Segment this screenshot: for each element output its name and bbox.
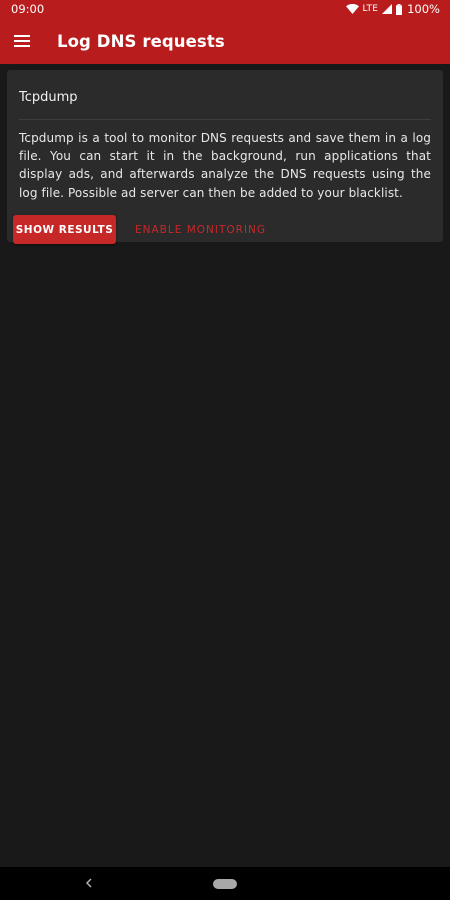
- show-results-button[interactable]: SHOW RESULTS: [13, 215, 116, 244]
- status-time: 09:00: [11, 2, 45, 16]
- hamburger-menu-icon[interactable]: [0, 18, 44, 64]
- network-type: LTE: [362, 4, 379, 14]
- battery-percent: 100%: [407, 2, 440, 16]
- main-content: Tcpdump Tcpdump is a tool to monitor DNS…: [0, 64, 450, 867]
- enable-monitoring-button[interactable]: ENABLE MONITORING: [127, 215, 267, 244]
- wifi-icon: [345, 4, 359, 14]
- back-chevron-icon[interactable]: [81, 875, 97, 891]
- tcpdump-card: Tcpdump Tcpdump is a tool to monitor DNS…: [7, 70, 443, 244]
- card-title: Tcpdump: [19, 90, 78, 105]
- app-bar: Log DNS requests: [0, 18, 450, 64]
- card-description: Tcpdump is a tool to monitor DNS request…: [19, 131, 431, 200]
- battery-icon: [396, 3, 403, 15]
- card-divider: [19, 119, 431, 120]
- system-nav-bar: [0, 867, 450, 900]
- home-pill[interactable]: [213, 879, 237, 889]
- cell-signal-icon: [382, 4, 393, 14]
- page-title: Log DNS requests: [57, 31, 225, 51]
- status-icons: LTE 100%: [345, 2, 440, 16]
- status-bar: 09:00 LTE 100%: [0, 0, 450, 18]
